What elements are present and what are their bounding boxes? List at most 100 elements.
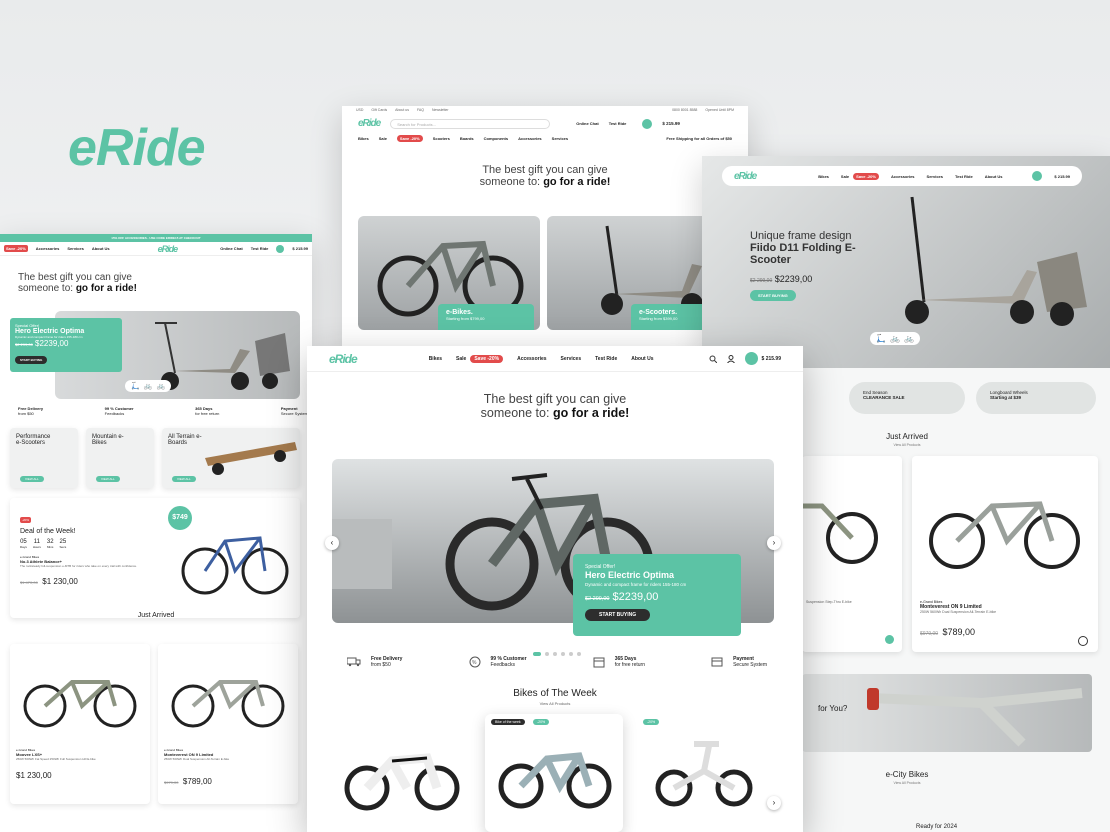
top-header: eRide Search for Products... Online Chat…	[342, 114, 748, 133]
sale-badge[interactable]: Save -20%	[4, 245, 28, 252]
card-icon	[711, 657, 723, 667]
nav-services[interactable]: Services	[561, 356, 582, 362]
promo-bar: 15% OFF ACCESSORIES · USE CODE ERIDE15 A…	[0, 234, 312, 242]
add-to-cart-icon[interactable]	[1078, 636, 1088, 646]
newsletter-link[interactable]: Newsletter	[432, 108, 449, 112]
clearance-promo[interactable]: End Season CLEARANCE SALE	[849, 382, 965, 414]
nav-components[interactable]: Components	[484, 136, 508, 141]
right-product-partial[interactable]: Suspension Step-Thru E-bike	[802, 456, 902, 652]
old-price: $2 299,00	[585, 596, 610, 602]
nav-bikes[interactable]: Bikes	[818, 174, 829, 179]
bike-thumb-icon[interactable]: 🚲	[144, 382, 153, 390]
left-logo[interactable]: eRide	[158, 244, 178, 254]
nav-accessories[interactable]: Accessories	[518, 136, 542, 141]
nav-accessories[interactable]: Accessories	[891, 174, 915, 179]
cart-icon[interactable]	[276, 244, 285, 253]
product-desc: 250W 560Wh Dual Suspension All-Terrain E…	[920, 610, 997, 614]
nav-sale[interactable]: Sale	[456, 356, 466, 362]
bike-thumb-icon[interactable]: 🚲	[890, 334, 900, 343]
longboard-promo[interactable]: Longboard Wheels Starting at $39	[976, 382, 1096, 414]
category-card-scooters[interactable]: Performance e-Scooters VIEW ALL	[10, 428, 78, 488]
start-buying-button[interactable]: START BUYING	[750, 290, 796, 301]
nav-accessories[interactable]: Accessories	[36, 246, 60, 251]
top-links: USD Gift Cards About us FAQ Newsletter 0…	[342, 106, 748, 114]
hero-line2-pre: someone to:	[480, 406, 550, 420]
view-all-button[interactable]: VIEW ALL	[96, 476, 120, 482]
week-product-3[interactable]: -20%	[639, 716, 769, 832]
week-product-1[interactable]	[337, 716, 467, 832]
nav-test-ride[interactable]: Test Ride	[955, 174, 973, 179]
banner-text: for You?	[818, 704, 848, 713]
calendar-icon	[593, 657, 605, 668]
features-row: Free Delivery from $50 % 99 % Customer Fee…	[347, 656, 767, 668]
left-product-2[interactable]: e-Grand Bikes Monteverest ON 9 Limited 2…	[158, 644, 298, 804]
next-slide-button[interactable]: ›	[767, 536, 781, 550]
center-header: eRide Bikes Sale Save -20% Accessories S…	[307, 346, 803, 372]
view-all-button[interactable]: VIEW ALL	[172, 476, 196, 482]
hero-line1: The best gift you can give	[483, 392, 627, 406]
right-product[interactable]: e-Grand Bikes Monteverest ON 9 Limited 2…	[912, 456, 1098, 652]
right-hero-bg: eRide Bikes Sale Save -20% Accessories S…	[702, 156, 1110, 368]
view-all-link[interactable]: View All Products	[802, 443, 1012, 447]
bike-thumb-icon-2[interactable]: 🚲	[156, 382, 165, 390]
week-product-2[interactable]: Bike of the week -20%	[485, 714, 623, 832]
hero-line1: The best gift you can give	[18, 272, 132, 283]
about-link[interactable]: About us	[395, 108, 409, 112]
test-ride[interactable]: Test Ride	[251, 246, 269, 251]
scooter-thumb-icon[interactable]: 🛴	[876, 334, 886, 343]
prev-slide-button[interactable]: ‹	[325, 536, 339, 550]
escooters-card[interactable]: e-Scooters. Starting from $399,00	[547, 216, 727, 330]
hours: Opened Until 8PM	[705, 108, 734, 112]
nav-services[interactable]: Services	[552, 136, 568, 141]
nav-bikes[interactable]: Bikes	[429, 356, 442, 362]
nav-about[interactable]: About Us	[985, 174, 1003, 179]
bike-thumb-icon-2[interactable]: 🚲	[904, 334, 914, 343]
nav-about[interactable]: About Us	[92, 246, 110, 251]
search-icon[interactable]	[709, 355, 717, 363]
faq-link[interactable]: FAQ	[417, 108, 424, 112]
ecity-link[interactable]: View All Products	[802, 781, 1012, 785]
currency-select[interactable]: USD	[356, 108, 363, 112]
nav-scooters[interactable]: Scooters	[433, 136, 450, 141]
search-input[interactable]: Search for Products...	[390, 118, 551, 129]
ebikes-card[interactable]: e-Bikes. Starting from $799,00	[358, 216, 540, 330]
center-logo[interactable]: eRide	[329, 352, 358, 366]
variant-selector[interactable]: 🛴 🚲 🚲	[870, 332, 920, 345]
top-logo[interactable]: eRide	[358, 118, 381, 129]
cart-icon[interactable]	[1032, 171, 1043, 181]
category-card-mountain[interactable]: Mountain e-Bikes VIEW ALL	[86, 428, 154, 488]
next-products-button[interactable]: ›	[767, 796, 781, 810]
right-logo[interactable]: eRide	[734, 171, 757, 182]
gift-cards-link[interactable]: Gift Cards	[371, 108, 387, 112]
add-to-cart-icon[interactable]	[885, 635, 894, 644]
online-chat[interactable]: Online Chat	[576, 121, 598, 126]
nav-sale[interactable]: Sale	[841, 174, 849, 179]
left-product-1[interactable]: e-Grand Bikes Moovee LXS+ 250W 560Wh Fat…	[10, 644, 150, 804]
left-screen: 15% OFF ACCESSORIES · USE CODE ERIDE15 A…	[0, 234, 312, 832]
ready-2024: Ready for 2024	[916, 824, 958, 830]
test-ride[interactable]: Test Ride	[609, 121, 627, 126]
nav-boards[interactable]: Boards	[460, 136, 474, 141]
cart-icon[interactable]	[642, 118, 653, 129]
nav-bikes[interactable]: Bikes	[358, 136, 369, 141]
start-buying-button[interactable]: START BUYING	[585, 609, 651, 621]
variant-selector[interactable]: 🛴 🚲 🚲	[125, 380, 172, 392]
nav-services[interactable]: Services	[927, 174, 943, 179]
nav-about[interactable]: About Us	[631, 356, 653, 362]
feature-payment: Payment Secure System	[711, 656, 767, 668]
bikes-week-link[interactable]: View All Products	[307, 701, 803, 706]
user-icon[interactable]	[726, 354, 735, 363]
nav-services[interactable]: Services	[67, 246, 83, 251]
nav-sale[interactable]: Sale	[379, 136, 387, 141]
view-all-button[interactable]: VIEW ALL	[20, 476, 44, 482]
online-chat[interactable]: Online Chat	[220, 246, 242, 251]
card-title: e-Bikes.	[446, 309, 473, 316]
start-buying-button[interactable]: START BUYING	[15, 356, 48, 364]
sale-badge: Save -20%	[470, 354, 504, 363]
scooter-thumb-icon[interactable]: 🛴	[131, 382, 140, 390]
feature-payment: Payment Secure System	[280, 406, 308, 416]
cart-icon[interactable]	[744, 352, 758, 365]
category-card-boards[interactable]: All Terrain e-Boards VIEW ALL	[162, 428, 300, 488]
nav-accessories[interactable]: Accessories	[517, 356, 546, 362]
nav-test-ride[interactable]: Test Ride	[595, 356, 617, 362]
